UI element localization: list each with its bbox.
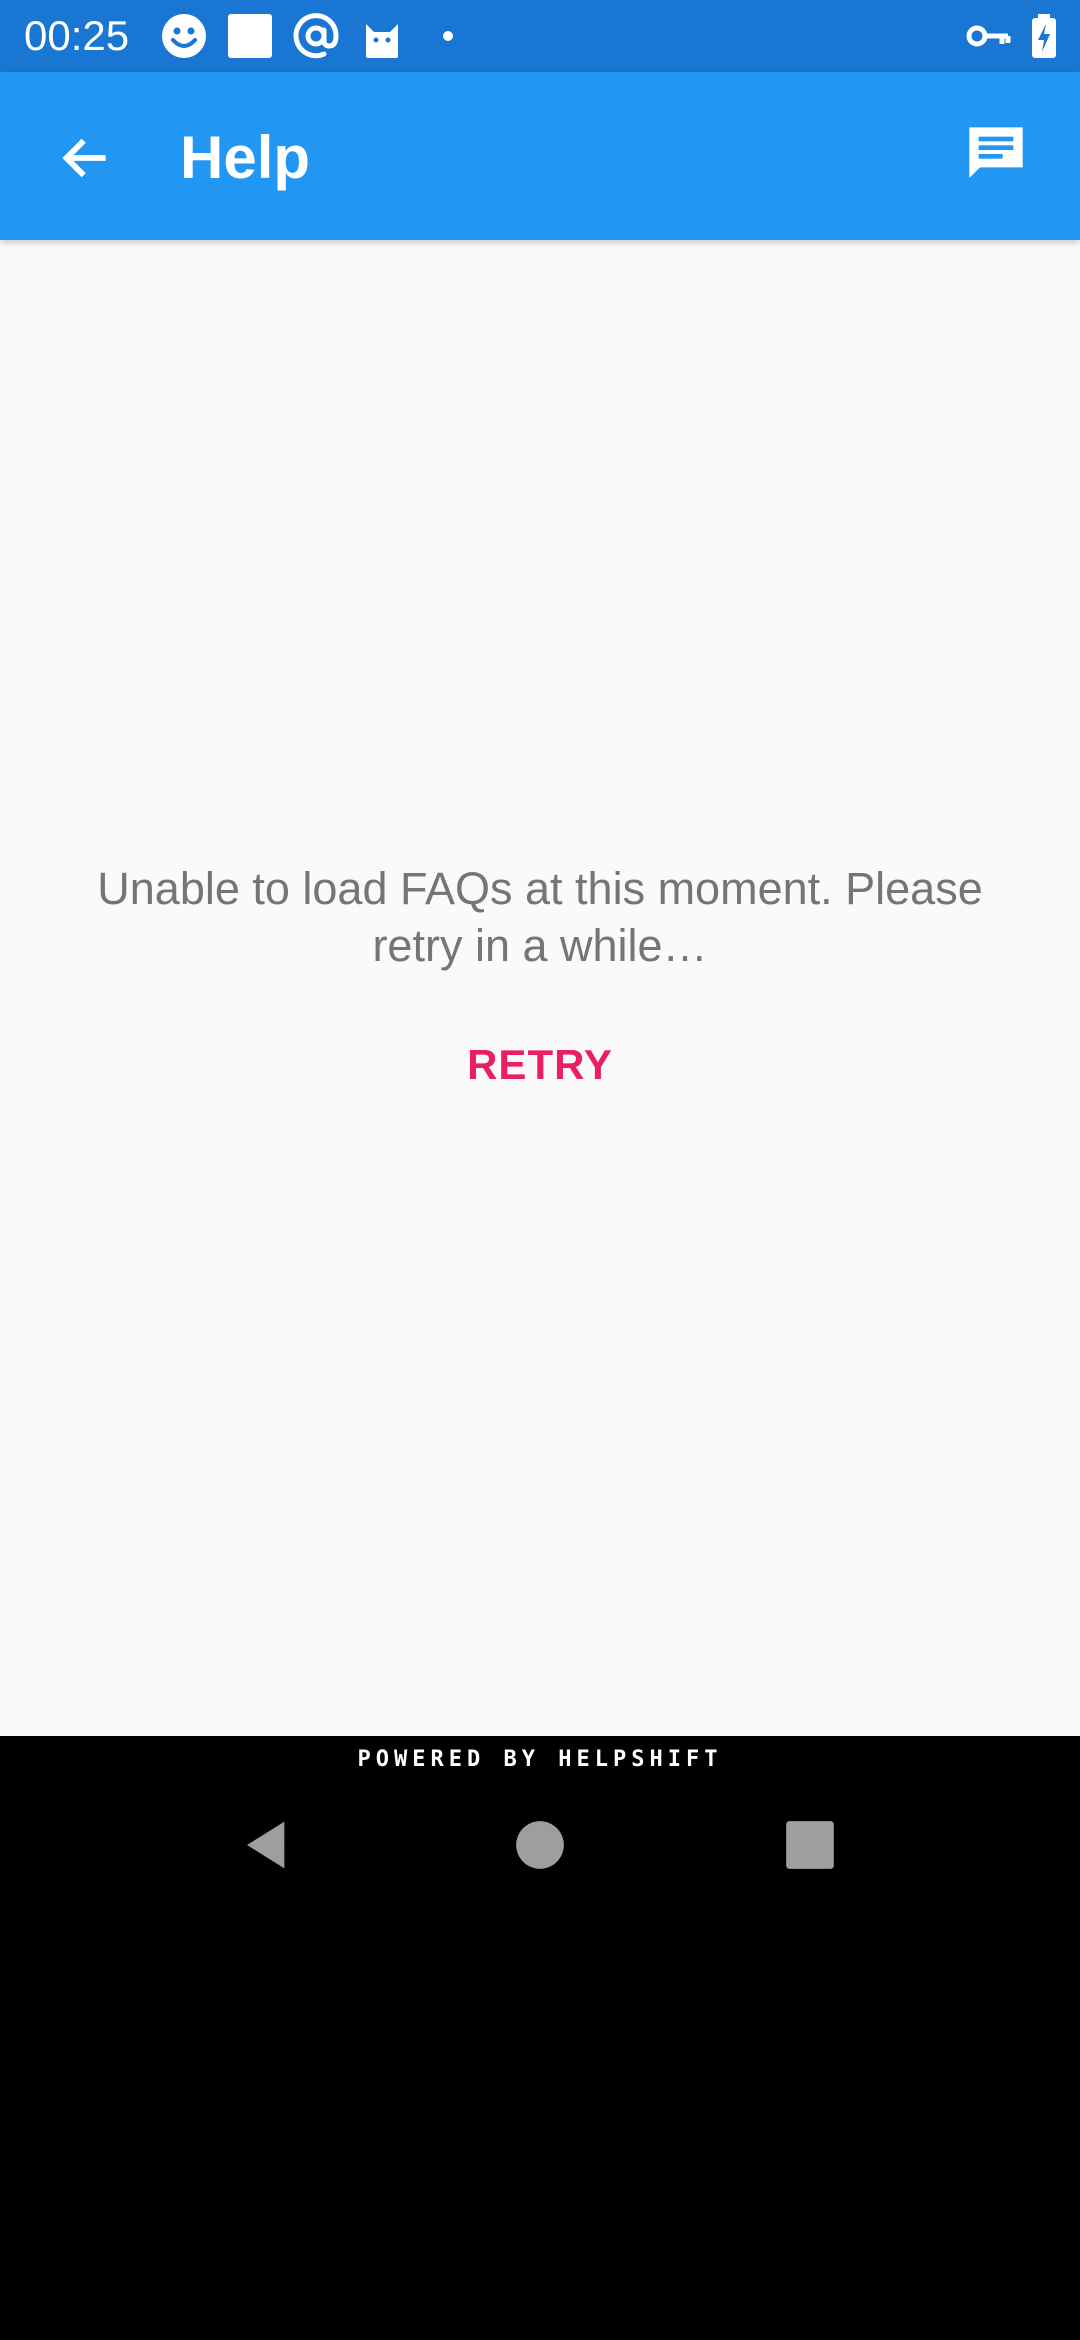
bottom-blank-area <box>0 1910 1080 2340</box>
vpn-key-icon <box>964 12 1012 60</box>
nav-back-button[interactable] <box>220 1799 316 1895</box>
status-time: 00:25 <box>24 12 130 59</box>
page-title: Help <box>180 124 311 191</box>
home-circle-icon <box>514 1819 566 1876</box>
arrow-back-icon <box>56 130 112 191</box>
nav-home-button[interactable] <box>492 1799 588 1895</box>
nav-recents-button[interactable] <box>762 1799 858 1895</box>
back-triangle-icon <box>240 1817 296 1878</box>
status-bar: 00:25 <box>0 0 1080 72</box>
cat-icon <box>358 12 406 60</box>
dot-icon <box>424 12 472 60</box>
error-message: Unable to load FAQs at this moment. Plea… <box>97 863 983 971</box>
battery-charging-icon <box>1020 12 1068 60</box>
recents-square-icon <box>784 1819 836 1876</box>
at-sign-icon <box>292 12 340 60</box>
chat-icon <box>964 122 1028 191</box>
app-bar: Help <box>0 72 1080 240</box>
retry-button[interactable]: RETRY <box>440 1015 640 1115</box>
back-button[interactable] <box>36 112 132 208</box>
screen: 00:25 Help Unable to load FAQs at this m… <box>0 0 1080 2340</box>
contact-us-button[interactable] <box>948 108 1044 204</box>
smiley-icon <box>160 12 208 60</box>
white-square-icon <box>226 12 274 60</box>
faq-content: Unable to load FAQs at this moment. Plea… <box>0 240 1080 1736</box>
navigation-bar <box>0 1784 1080 1910</box>
powered-by-label: POWERED BY HELPSHIFT <box>0 1736 1080 1784</box>
